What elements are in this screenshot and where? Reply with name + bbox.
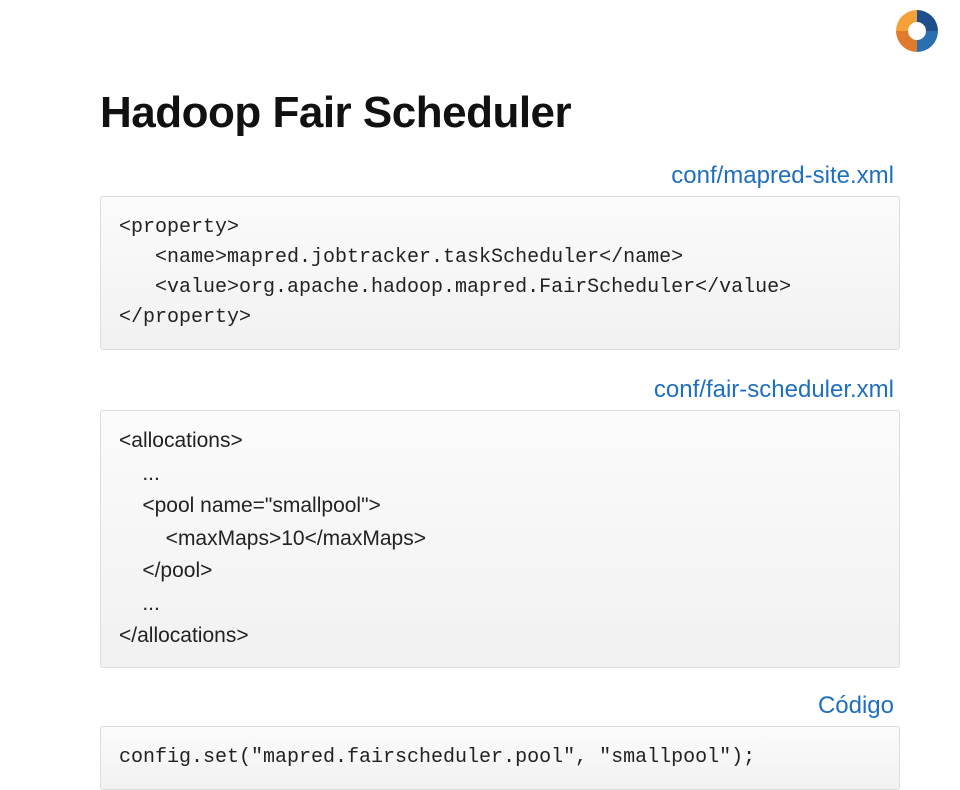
codebox-allocations: <allocations> ... <pool name="smallpool"… bbox=[100, 410, 900, 668]
label-fair-scheduler: conf/fair-scheduler.xml bbox=[100, 376, 900, 404]
label-codigo: Código bbox=[100, 692, 900, 720]
codebox-property: <property> <name>mapred.jobtracker.taskS… bbox=[100, 196, 900, 350]
label-mapred-site: conf/mapred-site.xml bbox=[100, 162, 900, 190]
codebox-config: config.set("mapred.fairscheduler.pool", … bbox=[100, 726, 900, 790]
corner-logo bbox=[892, 6, 942, 56]
page-title: Hadoop Fair Scheduler bbox=[100, 0, 900, 138]
